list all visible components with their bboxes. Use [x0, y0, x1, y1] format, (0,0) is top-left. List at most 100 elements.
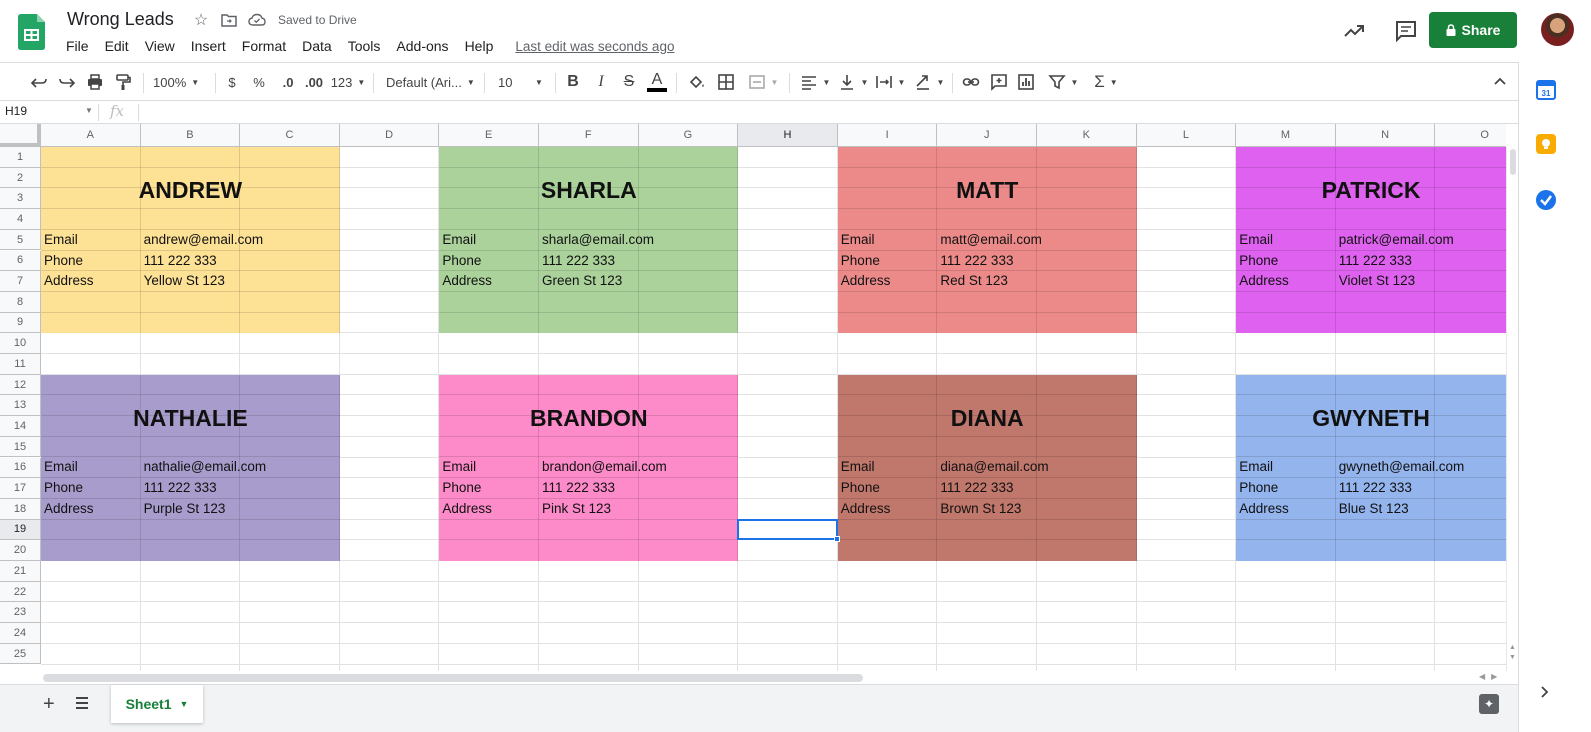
column-header-e[interactable]: E	[439, 124, 539, 147]
menu-data[interactable]: Data	[294, 37, 340, 55]
strikethrough-icon[interactable]: S	[621, 71, 637, 93]
sheet-tab-sheet1[interactable]: Sheet1 ▼	[111, 685, 203, 723]
column-header-f[interactable]: F	[539, 124, 639, 147]
row-header-6[interactable]: 6	[0, 250, 41, 272]
row-header-10[interactable]: 10	[0, 333, 41, 354]
move-folder-icon[interactable]	[220, 11, 238, 29]
sheets-logo-icon[interactable]	[18, 14, 45, 50]
print-icon[interactable]	[85, 71, 105, 93]
collapse-menus-icon[interactable]	[1493, 73, 1507, 89]
row-header-1[interactable]: 1	[0, 147, 41, 168]
increase-decimal-button[interactable]: .00	[303, 71, 325, 93]
selected-cell[interactable]	[737, 518, 838, 541]
more-formats-button[interactable]: 123 ▼	[331, 71, 366, 93]
row-header-18[interactable]: 18	[0, 498, 41, 520]
menu-addons[interactable]: Add-ons	[388, 37, 456, 55]
row-header-22[interactable]: 22	[0, 581, 41, 603]
contact-card-nathalie[interactable]: NATHALIE Email nathalie@email.com Phone 111 …	[41, 374, 340, 561]
row-header-3[interactable]: 3	[0, 188, 41, 210]
cloud-saved-icon[interactable]	[248, 11, 266, 29]
tasks-icon[interactable]	[1536, 190, 1556, 210]
row-header-24[interactable]: 24	[0, 623, 41, 644]
expand-side-panel-icon[interactable]	[1540, 685, 1550, 704]
column-header-g[interactable]: G	[638, 124, 739, 147]
text-wrap-icon[interactable]: ▼	[874, 71, 906, 93]
row-header-20[interactable]: 20	[0, 540, 41, 561]
column-header-i[interactable]: I	[837, 124, 938, 147]
functions-icon[interactable]: Σ ▼	[1091, 71, 1121, 93]
row-header-12[interactable]: 12	[0, 374, 41, 396]
document-title[interactable]: Wrong Leads	[67, 9, 174, 30]
menu-view[interactable]: View	[137, 37, 183, 55]
font-size-select[interactable]: 10 ▼	[498, 71, 548, 93]
select-all-corner[interactable]	[0, 124, 41, 147]
menu-format[interactable]: Format	[234, 37, 294, 55]
row-header-16[interactable]: 16	[0, 457, 41, 479]
all-sheets-icon[interactable]	[74, 695, 90, 711]
insert-comment-icon[interactable]	[989, 71, 1009, 93]
row-header-7[interactable]: 7	[0, 271, 41, 292]
column-header-o[interactable]: O	[1435, 124, 1506, 147]
horizontal-align-icon[interactable]: ▼	[799, 71, 831, 93]
horizontal-scroll-thumb[interactable]	[43, 674, 863, 682]
percent-format-button[interactable]: %	[252, 71, 266, 93]
contact-card-gwyneth[interactable]: GWYNETH Email gwyneth@email.com Phone 111 22…	[1236, 374, 1506, 561]
column-header-j[interactable]: J	[937, 124, 1037, 147]
contact-card-diana[interactable]: DIANA Email diana@email.com Phone 111 222 33…	[837, 374, 1137, 561]
avatar[interactable]	[1541, 13, 1574, 46]
spreadsheet-grid[interactable]: ANDREW Email andrew@email.com Phone 111 222 …	[0, 124, 1506, 671]
last-edit-link[interactable]: Last edit was seconds ago	[515, 39, 674, 54]
row-header-17[interactable]: 17	[0, 478, 41, 499]
italic-icon[interactable]: I	[593, 71, 609, 93]
add-sheet-icon[interactable]: +	[43, 693, 55, 716]
contact-card-brandon[interactable]: BRANDON Email brandon@email.com Phone 111 22…	[439, 374, 739, 561]
text-rotation-icon[interactable]: ▼	[913, 71, 945, 93]
column-header-c[interactable]: C	[240, 124, 340, 147]
horizontal-scrollbar[interactable]	[41, 671, 1506, 685]
row-header-23[interactable]: 23	[0, 602, 41, 624]
formula-input[interactable]	[146, 104, 1526, 121]
redo-icon[interactable]	[57, 71, 77, 93]
vertical-scroll-thumb[interactable]	[1510, 149, 1516, 175]
insert-chart-icon[interactable]	[1016, 71, 1036, 93]
row-header-19[interactable]: 19	[0, 519, 41, 541]
row-header-8[interactable]: 8	[0, 291, 41, 313]
contact-card-patrick[interactable]: PATRICK Email patrick@email.com Phone 111 22…	[1236, 147, 1506, 334]
row-header-15[interactable]: 15	[0, 436, 41, 458]
menu-file[interactable]: File	[58, 37, 97, 55]
column-header-l[interactable]: L	[1136, 124, 1237, 147]
bold-icon[interactable]: B	[565, 71, 581, 93]
paint-format-icon[interactable]	[113, 71, 133, 93]
name-box[interactable]: H19	[5, 104, 27, 118]
column-header-m[interactable]: M	[1236, 124, 1336, 147]
vertical-scrollbar[interactable]: ▲ ▼	[1506, 147, 1518, 671]
font-family-select[interactable]: Default (Ari... ▼	[386, 71, 476, 93]
menu-help[interactable]: Help	[457, 37, 502, 55]
column-header-b[interactable]: B	[140, 124, 241, 147]
row-header-21[interactable]: 21	[0, 561, 41, 582]
row-header-4[interactable]: 4	[0, 209, 41, 230]
row-header-13[interactable]: 13	[0, 395, 41, 417]
row-header-9[interactable]: 9	[0, 312, 41, 334]
column-header-k[interactable]: K	[1037, 124, 1137, 147]
row-header-14[interactable]: 14	[0, 416, 41, 437]
contact-card-matt[interactable]: MATT Email matt@email.com Phone 111 222 333 A…	[837, 147, 1137, 334]
contact-card-andrew[interactable]: ANDREW Email andrew@email.com Phone 111 222 …	[41, 147, 340, 334]
column-header-a[interactable]: A	[41, 124, 141, 147]
comments-icon[interactable]	[1394, 19, 1418, 43]
row-header-25[interactable]: 25	[0, 643, 41, 665]
row-header-5[interactable]: 5	[0, 229, 41, 251]
share-button[interactable]: Share	[1429, 12, 1517, 48]
menu-insert[interactable]: Insert	[183, 37, 234, 55]
column-header-h[interactable]: H	[738, 124, 838, 147]
currency-format-button[interactable]: $	[225, 71, 239, 93]
contact-card-sharla[interactable]: SHARLA Email sharla@email.com Phone 111 222 …	[439, 147, 739, 334]
fill-handle[interactable]	[833, 536, 840, 543]
chevron-down-icon[interactable]: ▼	[180, 699, 189, 709]
text-color-icon[interactable]: A	[647, 71, 667, 93]
row-header-11[interactable]: 11	[0, 354, 41, 375]
activity-trend-icon[interactable]	[1342, 19, 1366, 43]
insert-link-icon[interactable]	[961, 71, 981, 93]
keep-icon[interactable]	[1536, 134, 1556, 154]
column-header-n[interactable]: N	[1335, 124, 1436, 147]
